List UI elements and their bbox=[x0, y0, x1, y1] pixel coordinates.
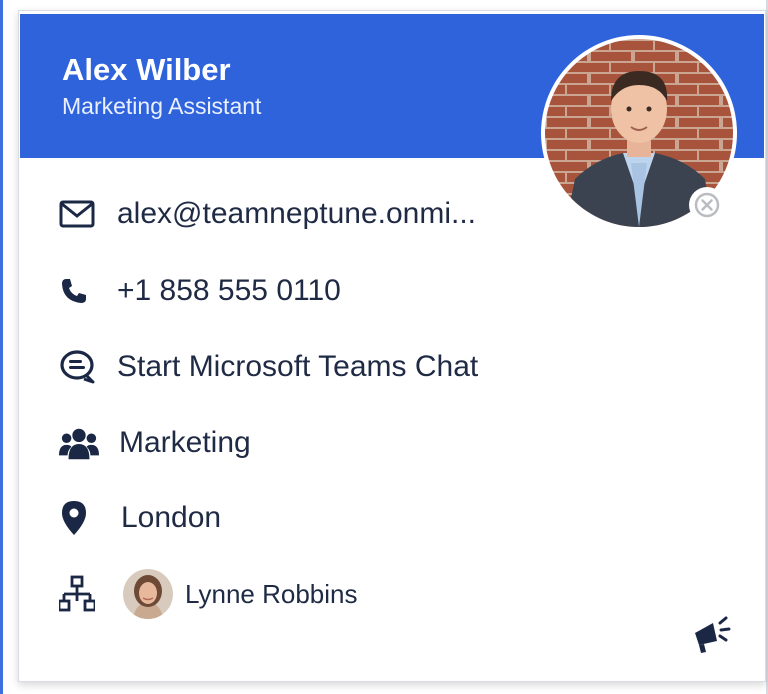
phone-link[interactable]: +1 858 555 0110 bbox=[117, 274, 341, 308]
manager-name[interactable]: Lynne Robbins bbox=[185, 579, 358, 610]
org-chart-icon bbox=[59, 574, 99, 614]
person-job-title: Marketing Assistant bbox=[62, 93, 262, 119]
person-card: Alex Wilber Marketing Assistant alex@tea… bbox=[18, 10, 766, 682]
location-text: London bbox=[121, 501, 222, 534]
manager-avatar[interactable] bbox=[123, 569, 173, 619]
phone-row[interactable]: +1 858 555 0110 bbox=[59, 271, 341, 311]
email-link[interactable]: alex@teamneptune.onmi... bbox=[117, 197, 476, 231]
manager-row[interactable]: Lynne Robbins bbox=[59, 569, 358, 619]
email-row[interactable]: alex@teamneptune.onmi... bbox=[59, 194, 476, 234]
people-icon bbox=[59, 423, 99, 463]
offline-x-icon bbox=[694, 192, 720, 218]
phone-icon bbox=[59, 271, 99, 311]
location-icon bbox=[59, 498, 99, 538]
chat-icon bbox=[59, 347, 99, 387]
teams-chat-link[interactable]: Start Microsoft Teams Chat bbox=[117, 350, 478, 384]
person-name: Alex Wilber bbox=[62, 52, 231, 87]
chat-row[interactable]: Start Microsoft Teams Chat bbox=[59, 347, 478, 387]
location-row: London bbox=[59, 498, 221, 538]
window-left-edge bbox=[0, 0, 3, 694]
mail-icon bbox=[59, 194, 99, 234]
department-row: Marketing bbox=[59, 423, 251, 463]
presence-status bbox=[689, 187, 725, 223]
feedback-megaphone-icon[interactable] bbox=[691, 615, 731, 660]
department-text: Marketing bbox=[119, 426, 251, 459]
